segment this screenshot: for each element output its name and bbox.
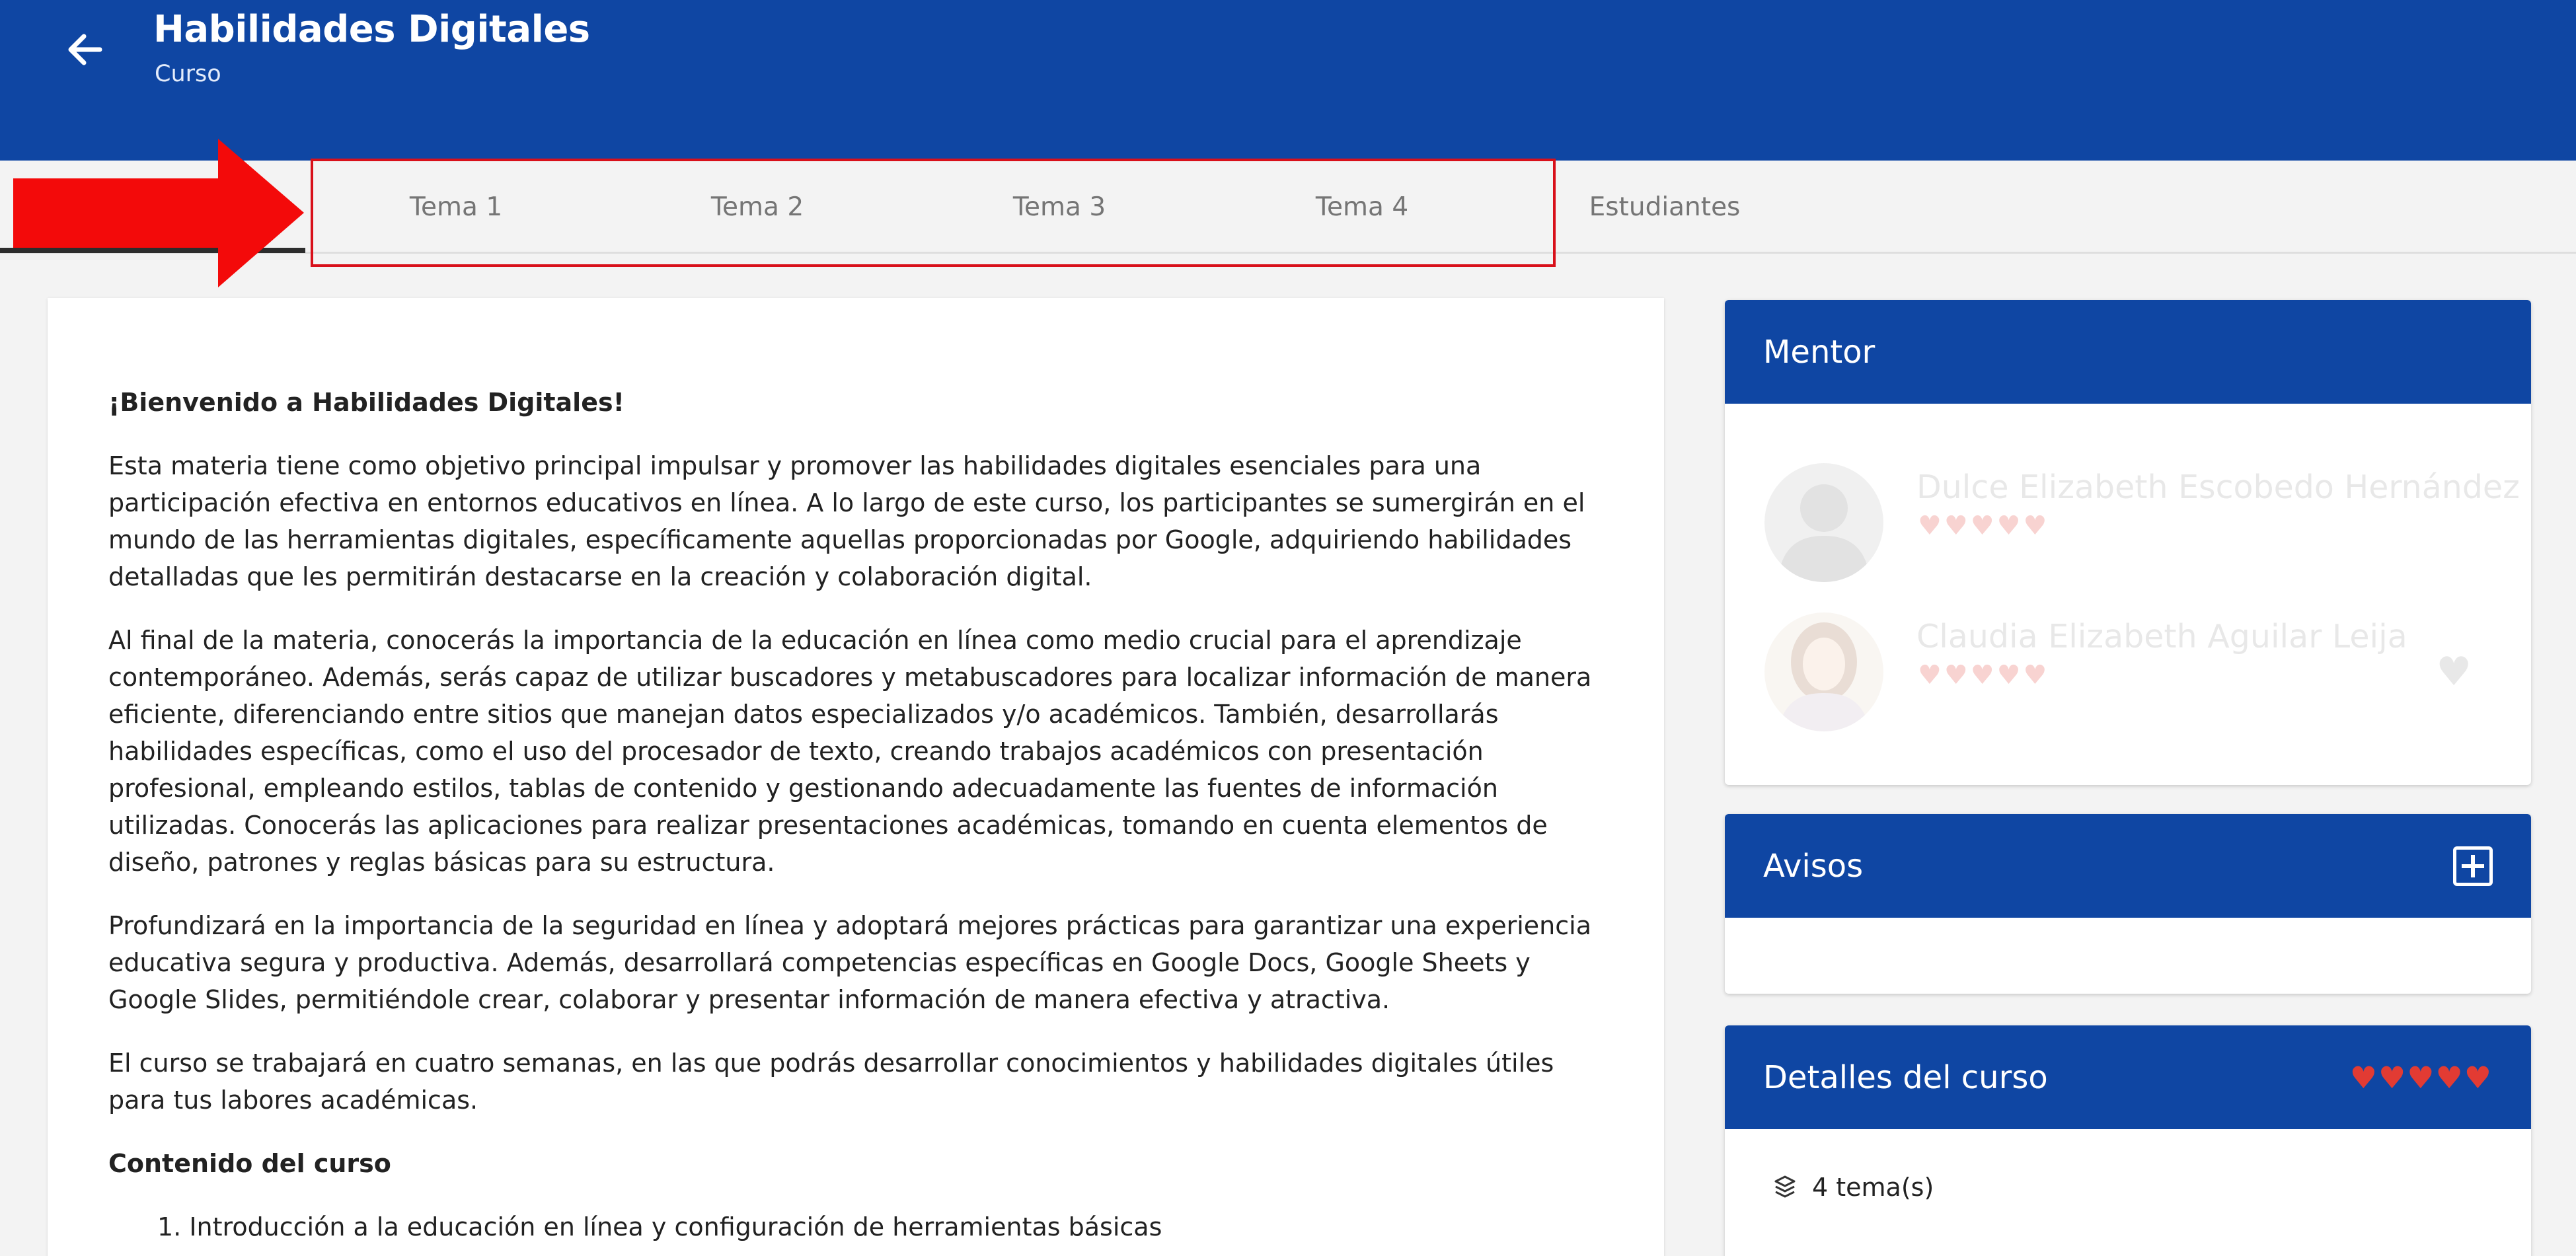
back-button[interactable] bbox=[65, 30, 104, 69]
mentor-list: Dulce Elizabeth Escobedo Hernández ♥♥♥♥♥… bbox=[1725, 404, 2531, 785]
contents-heading: Contenido del curso bbox=[108, 1149, 391, 1178]
tab-tema-2[interactable]: Tema 2 bbox=[607, 161, 908, 254]
list-item: 1. Introducción a la educación en línea … bbox=[157, 1212, 1162, 1241]
description-paragraph: El curso se trabajará en cuatro semanas,… bbox=[108, 1049, 1554, 1115]
mentor-rating: ♥♥♥♥♥ bbox=[1918, 511, 2050, 541]
course-details-title: Detalles del curso bbox=[1763, 1058, 2048, 1096]
contents-list: 1. Introducción a la educación en línea … bbox=[108, 1208, 1605, 1245]
arrow-left-icon bbox=[68, 34, 102, 65]
avatar bbox=[1764, 612, 1883, 731]
course-topics-count: 4 tema(s) bbox=[1725, 1129, 2531, 1202]
page-subtitle: Curso bbox=[155, 61, 221, 87]
mentor-item[interactable]: Dulce Elizabeth Escobedo Hernández ♥♥♥♥♥ bbox=[1764, 463, 2524, 595]
course-details-panel: Detalles del curso ♥♥♥♥♥ 4 tema(s) bbox=[1725, 1025, 2531, 1256]
mentor-name: Dulce Elizabeth Escobedo Hernández bbox=[1916, 468, 2520, 506]
tab-tema-4[interactable]: Tema 4 bbox=[1211, 161, 1513, 254]
course-description-card: ¡Bienvenido a Habilidades Digitales! Est… bbox=[48, 298, 1664, 1256]
app-root: Habilidades Digitales Curso Tema 1 Tema … bbox=[0, 0, 2576, 1256]
description-paragraph: Esta materia tiene como objetivo princip… bbox=[108, 451, 1585, 591]
tab-tema-1[interactable]: Tema 1 bbox=[305, 161, 607, 254]
heart-icon[interactable]: ♥ bbox=[2436, 649, 2472, 695]
person-photo-icon bbox=[1778, 622, 1870, 731]
mentor-rating: ♥♥♥♥♥ bbox=[1918, 660, 2050, 690]
tabs-bar: Tema 1 Tema 2 Tema 3 Tema 4 Estudiantes bbox=[0, 161, 2576, 254]
mentor-name: Claudia Elizabeth Aguilar Leija bbox=[1916, 618, 2407, 655]
avisos-panel-header: Avisos bbox=[1725, 814, 2531, 918]
avisos-panel: Avisos bbox=[1725, 814, 2531, 994]
avisos-panel-title: Avisos bbox=[1763, 847, 1864, 885]
mentor-panel: Mentor Dulce Elizabeth Escobedo Hernánde… bbox=[1725, 300, 2531, 785]
course-rating: ♥♥♥♥♥ bbox=[2349, 1059, 2493, 1095]
mentor-panel-header: Mentor bbox=[1725, 300, 2531, 404]
person-silhouette-icon bbox=[1778, 484, 1870, 582]
add-box-icon bbox=[2462, 854, 2484, 877]
description-paragraph: Al final de la materia, conocerás la imp… bbox=[108, 626, 1592, 877]
red-arrow-annotation bbox=[13, 139, 304, 287]
mentor-item[interactable]: Claudia Elizabeth Aguilar Leija ♥♥♥♥♥ ♥ bbox=[1764, 612, 2524, 745]
description-paragraph: Profundizará en la importancia de la seg… bbox=[108, 911, 1592, 1014]
tab-estudiantes[interactable]: Estudiantes bbox=[1513, 161, 1816, 254]
course-header: Habilidades Digitales Curso bbox=[0, 0, 2576, 161]
mentor-panel-title: Mentor bbox=[1763, 333, 1875, 371]
tab-tema-3[interactable]: Tema 3 bbox=[908, 161, 1211, 254]
topics-count-text: 4 tema(s) bbox=[1812, 1173, 1934, 1202]
page-title: Habilidades Digitales bbox=[153, 8, 590, 51]
avatar bbox=[1764, 463, 1883, 582]
stack-box-icon bbox=[1772, 1175, 1798, 1200]
add-notice-button[interactable] bbox=[2453, 846, 2493, 886]
welcome-heading: ¡Bienvenido a Habilidades Digitales! bbox=[108, 388, 625, 417]
course-details-header: Detalles del curso ♥♥♥♥♥ bbox=[1725, 1025, 2531, 1129]
